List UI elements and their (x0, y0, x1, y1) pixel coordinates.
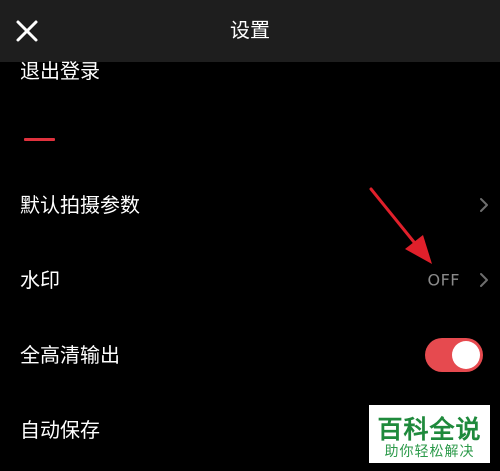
section-divider-accent (24, 138, 55, 141)
setting-label: 自动保存 (20, 418, 100, 442)
full-hd-toggle[interactable] (425, 338, 483, 372)
chevron-right-icon (480, 273, 488, 287)
chevron-right-icon (480, 198, 488, 212)
setting-row-watermark[interactable]: 水印 OFF (0, 250, 500, 310)
setting-label: 水印 (20, 268, 60, 292)
logout-button[interactable]: 退出登录 (20, 58, 100, 84)
setting-row-default-capture-params[interactable]: 默认拍摄参数 (0, 175, 500, 235)
setting-label: 全高清输出 (20, 343, 120, 367)
toggle-knob (452, 341, 480, 369)
watermark-status-value: OFF (427, 270, 460, 290)
watermark-subtitle: 助你轻松解决 (384, 444, 475, 460)
header-bar: 设置 (0, 0, 500, 62)
setting-row-full-hd-output: 全高清输出 (0, 325, 500, 385)
page-title: 设置 (230, 18, 270, 42)
setting-label: 默认拍摄参数 (20, 193, 140, 217)
watermark-logo: 百科全说 助你轻松解决 (369, 405, 490, 463)
settings-screen: 设置 退出登录 默认拍摄参数 水印 OFF 全高清输出 自动保存 百科全说 助你… (0, 0, 500, 471)
